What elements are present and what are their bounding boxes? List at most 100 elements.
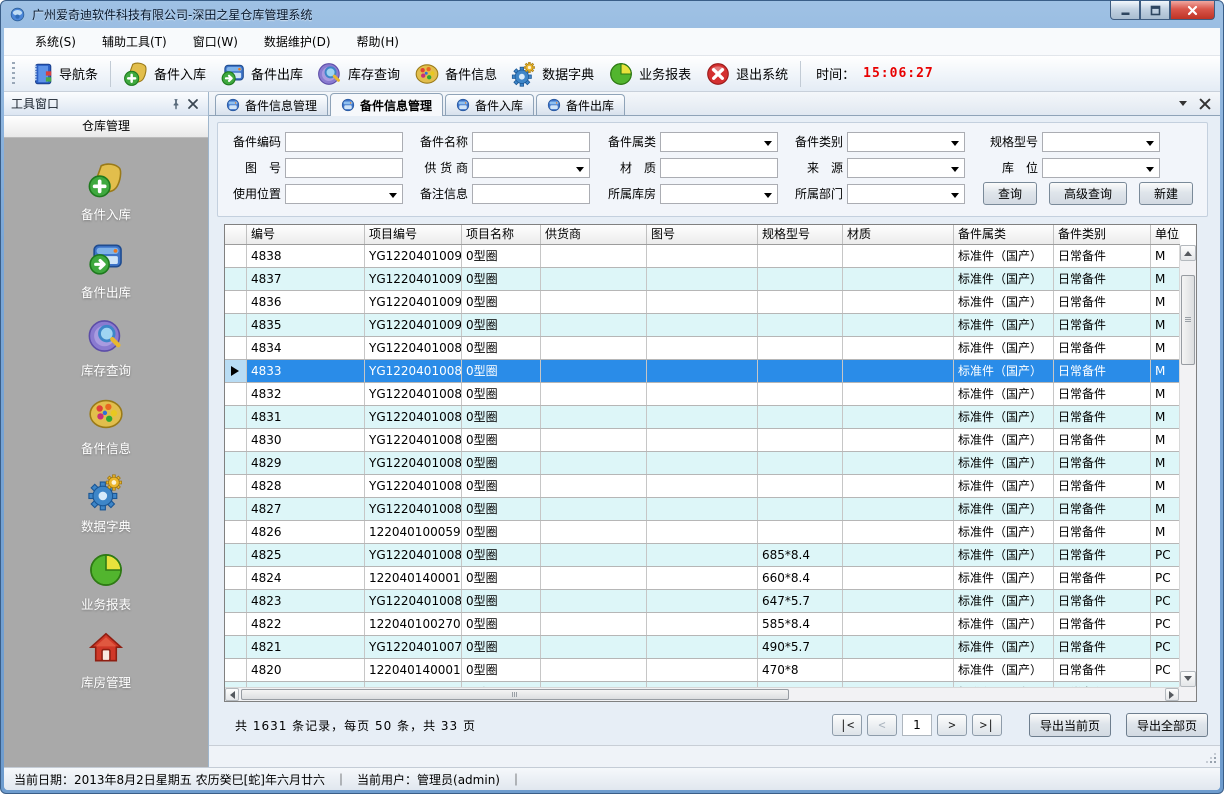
table-row[interactable]: 482612204010005990型圈标准件（国产）日常备件M — [225, 521, 1180, 544]
toolbar-button-退出系统[interactable]: 退出系统 — [698, 58, 795, 90]
first-page-button[interactable]: |< — [832, 714, 862, 736]
table-row[interactable]: 4833YG122040100880型圈标准件（国产）日常备件M — [225, 360, 1180, 383]
row-selector[interactable] — [225, 544, 247, 566]
table-row[interactable]: 4828YG122040100830型圈标准件（国产）日常备件M — [225, 475, 1180, 498]
table-row[interactable]: 4837YG122040100920型圈标准件（国产）日常备件M — [225, 268, 1180, 291]
export-current-page-button[interactable]: 导出当前页 — [1029, 713, 1111, 737]
row-selector[interactable] — [225, 613, 247, 635]
search-select-所属部门[interactable] — [847, 184, 965, 204]
scroll-down-arrow-icon[interactable] — [1180, 671, 1196, 687]
grid-column-header-编号[interactable]: 编号 — [247, 225, 365, 244]
grid-column-header-规格型号[interactable]: 规格型号 — [758, 225, 843, 244]
grid-column-header-供货商[interactable]: 供货商 — [541, 225, 647, 244]
vertical-scrollbar-thumb[interactable] — [1181, 275, 1195, 365]
row-selector[interactable] — [225, 521, 247, 543]
sidebar-item-业务报表[interactable]: 业务报表 — [4, 544, 208, 622]
maximize-button[interactable] — [1140, 1, 1170, 20]
toolbar-button-备件入库[interactable]: 备件入库 — [116, 58, 213, 90]
toolbar-grip[interactable] — [12, 62, 15, 86]
search-input-备注信息[interactable] — [472, 184, 590, 204]
menu-item-5[interactable]: 帮助(H) — [344, 28, 412, 55]
table-row[interactable]: 4825YG122040100810型圈685*8.4标准件（国产）日常备件PC — [225, 544, 1180, 567]
table-row[interactable]: 4830YG122040100850型圈标准件（国产）日常备件M — [225, 429, 1180, 452]
scroll-up-arrow-icon[interactable] — [1180, 245, 1196, 261]
table-row[interactable]: 4835YG122040100900型圈标准件（国产）日常备件M — [225, 314, 1180, 337]
table-row[interactable]: 482412204014000120型圈660*8.4标准件（国产）日常备件PC — [225, 567, 1180, 590]
menu-item-3[interactable]: 窗口(W) — [180, 28, 251, 55]
sidebar-item-备件出库[interactable]: 备件出库 — [4, 232, 208, 310]
scroll-left-arrow-icon[interactable] — [225, 688, 239, 701]
tab-2-备件信息管理[interactable]: 备件信息管理 — [330, 93, 443, 116]
sidebar-item-数据字典[interactable]: 数据字典 — [4, 466, 208, 544]
row-selector[interactable] — [225, 498, 247, 520]
tab-3-备件入库[interactable]: 备件入库 — [445, 94, 534, 115]
page-number-input[interactable]: 1 — [902, 714, 932, 736]
close-button[interactable] — [1170, 1, 1215, 20]
row-selector[interactable] — [225, 636, 247, 658]
search-select-规格型号[interactable] — [1042, 132, 1160, 152]
vertical-scrollbar[interactable] — [1179, 245, 1196, 687]
grid-column-header-材质[interactable]: 材质 — [843, 225, 954, 244]
search-select-库位[interactable] — [1042, 158, 1160, 178]
row-selector[interactable] — [225, 475, 247, 497]
row-selector[interactable] — [225, 429, 247, 451]
row-selector[interactable] — [225, 360, 247, 382]
grid-column-header[interactable] — [225, 225, 247, 244]
scroll-right-arrow-icon[interactable] — [1165, 688, 1179, 701]
search-select-所属库房[interactable] — [660, 184, 778, 204]
table-row[interactable]: 4832YG122040100870型圈标准件（国产）日常备件M — [225, 383, 1180, 406]
advanced-query-button[interactable]: 高级查询 — [1049, 182, 1127, 205]
toolbar-button-导航条[interactable]: 导航条 — [21, 58, 105, 90]
table-row[interactable]: 4821YG122040100790型圈490*5.7标准件（国产）日常备件PC — [225, 636, 1180, 659]
new-button[interactable]: 新建 — [1139, 182, 1193, 205]
search-input-备件编码[interactable] — [285, 132, 403, 152]
toolbar-button-备件信息[interactable]: 备件信息 — [407, 58, 504, 90]
sidebar-item-备件信息[interactable]: 备件信息 — [4, 388, 208, 466]
row-selector[interactable] — [225, 268, 247, 290]
grid-column-header-图号[interactable]: 图号 — [647, 225, 758, 244]
resize-grip[interactable] — [1206, 753, 1216, 763]
row-selector[interactable] — [225, 567, 247, 589]
toolbar-button-数据字典[interactable]: 数据字典 — [504, 58, 601, 90]
horizontal-scrollbar-thumb[interactable] — [241, 689, 789, 700]
prev-page-button[interactable]: < — [867, 714, 897, 736]
search-input-图号[interactable] — [285, 158, 403, 178]
grid-column-header-备件属类[interactable]: 备件属类 — [954, 225, 1054, 244]
export-all-pages-button[interactable]: 导出全部页 — [1126, 713, 1208, 737]
search-select-使用位置[interactable] — [285, 184, 403, 204]
grid-column-header-项目编号[interactable]: 项目编号 — [365, 225, 462, 244]
toolbar-button-库存查询[interactable]: 库存查询 — [310, 58, 407, 90]
grid-column-header-备件类别[interactable]: 备件类别 — [1054, 225, 1151, 244]
tab-list-dropdown-icon[interactable] — [1179, 101, 1187, 110]
table-row[interactable]: 4834YG122040100890型圈标准件（国产）日常备件M — [225, 337, 1180, 360]
sidebar-item-备件入库[interactable]: 备件入库 — [4, 154, 208, 232]
menu-item-2[interactable]: 辅助工具(T) — [89, 28, 180, 55]
search-input-备件名称[interactable] — [472, 132, 590, 152]
search-select-备件属类[interactable] — [660, 132, 778, 152]
table-row[interactable]: 4831YG122040100860型圈标准件（国产）日常备件M — [225, 406, 1180, 429]
search-input-材质[interactable] — [660, 158, 778, 178]
row-selector[interactable] — [225, 383, 247, 405]
table-row[interactable]: 482012204014000130型圈470*8标准件（国产）日常备件PC — [225, 659, 1180, 682]
menu-item-4[interactable]: 数据维护(D) — [251, 28, 344, 55]
row-selector[interactable] — [225, 314, 247, 336]
sidebar-item-库房管理[interactable]: 库房管理 — [4, 622, 208, 700]
row-selector[interactable] — [225, 452, 247, 474]
tab-4-备件出库[interactable]: 备件出库 — [536, 94, 625, 115]
table-row[interactable]: 4838YG122040100930型圈标准件（国产）日常备件M — [225, 245, 1180, 268]
row-selector[interactable] — [225, 291, 247, 313]
table-row[interactable]: 4823YG122040100800型圈647*5.7标准件（国产）日常备件PC — [225, 590, 1180, 613]
minimize-button[interactable] — [1110, 1, 1140, 20]
row-selector[interactable] — [225, 337, 247, 359]
table-row[interactable]: 4827YG122040100820型圈标准件（国产）日常备件M — [225, 498, 1180, 521]
row-selector[interactable] — [225, 659, 247, 681]
grid-column-header-单位[interactable]: 单位 — [1151, 225, 1180, 244]
toolbar-button-业务报表[interactable]: 业务报表 — [601, 58, 698, 90]
menu-item-1[interactable]: 系统(S) — [22, 28, 89, 55]
horizontal-scrollbar[interactable] — [225, 687, 1179, 701]
row-selector[interactable] — [225, 406, 247, 428]
grid-column-header-项目名称[interactable]: 项目名称 — [462, 225, 541, 244]
tab-close-icon[interactable] — [1199, 98, 1210, 109]
search-select-来源[interactable] — [847, 158, 965, 178]
query-button[interactable]: 查询 — [983, 182, 1037, 205]
